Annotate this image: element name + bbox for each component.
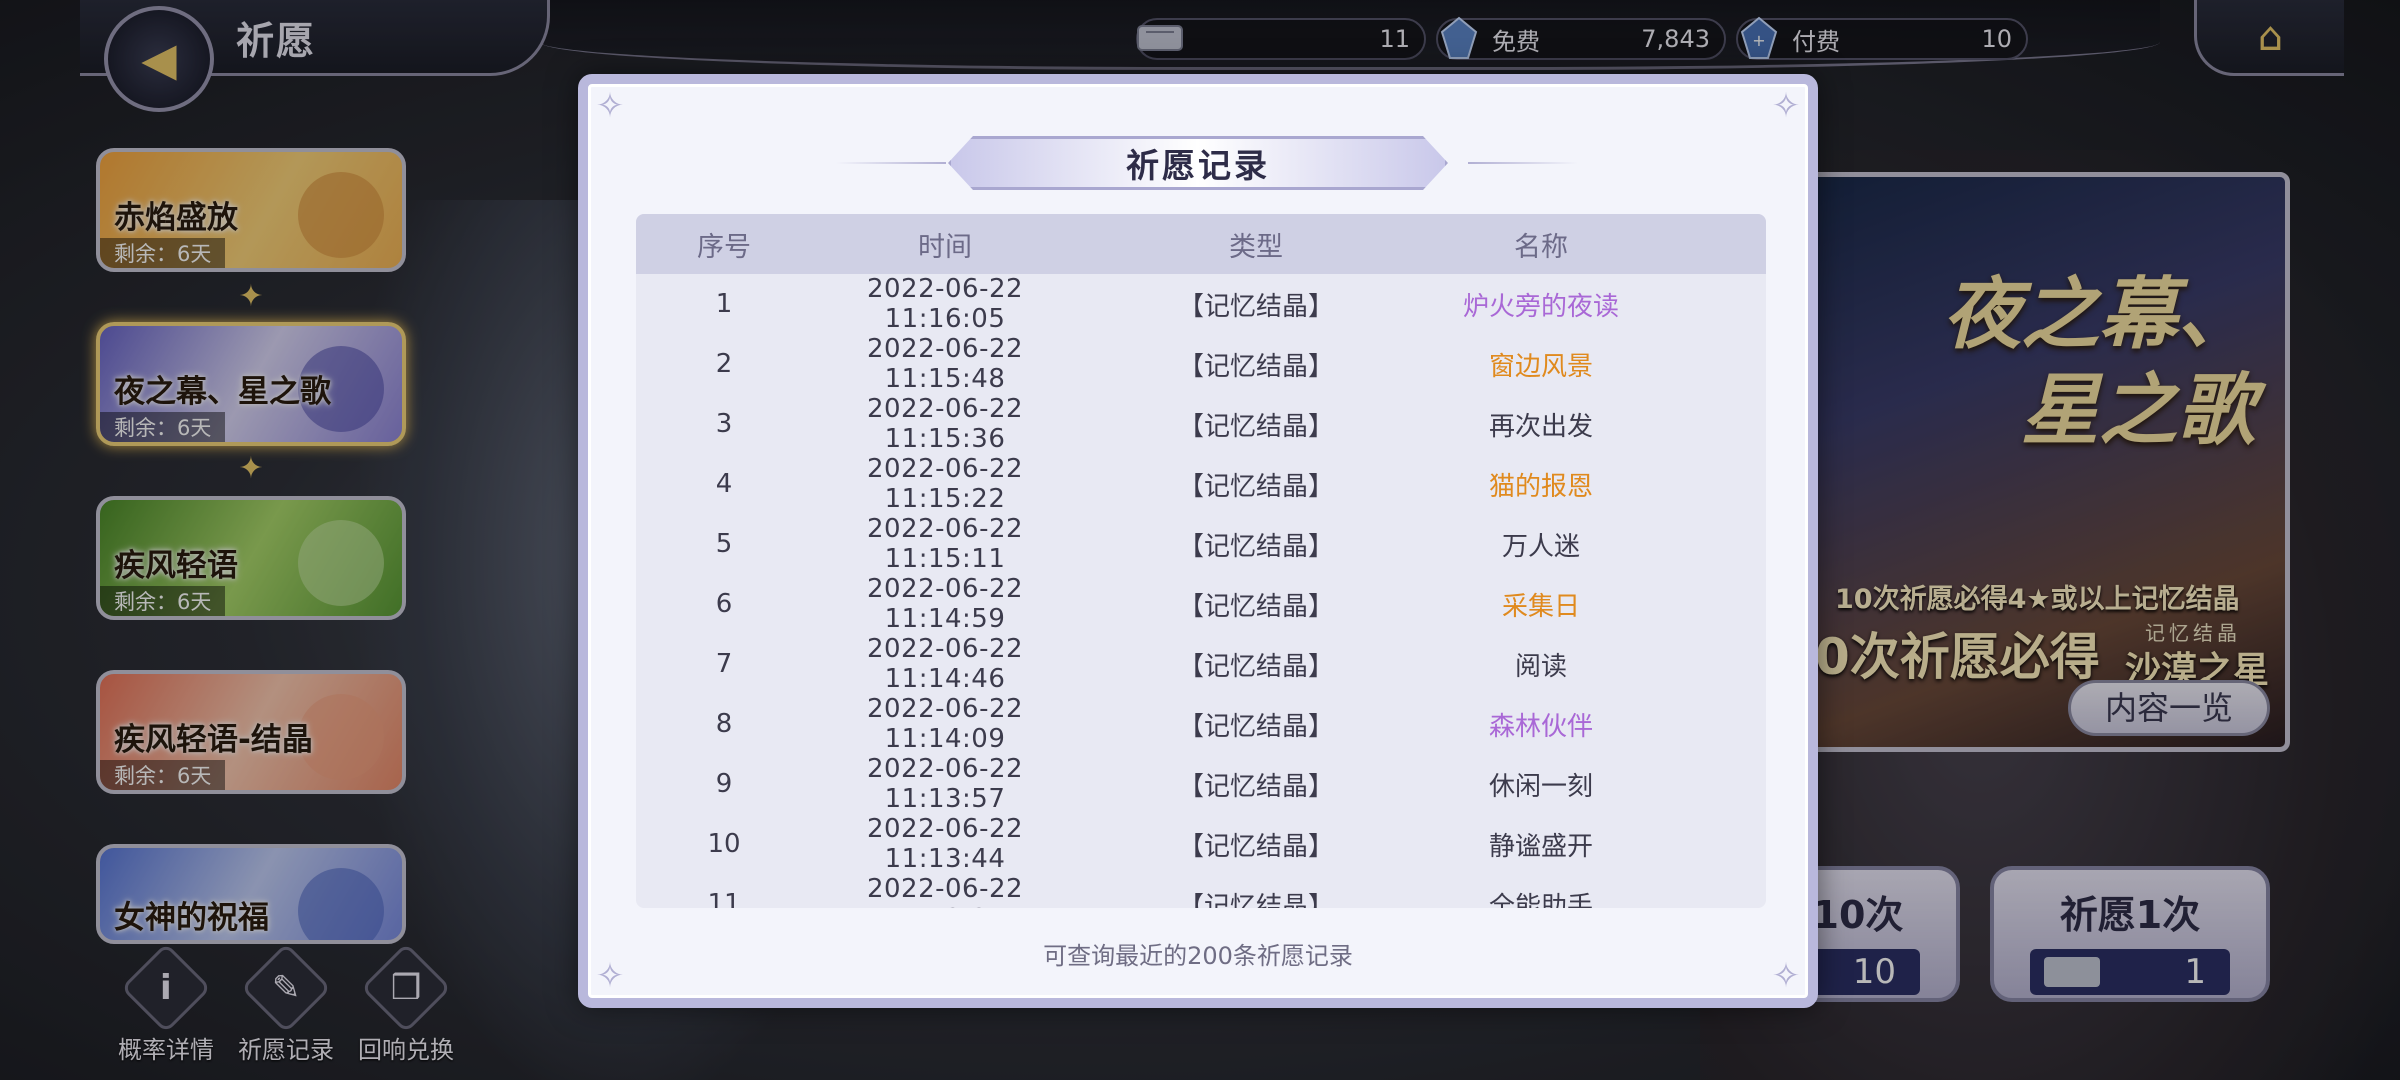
table-row: 1 2022-06-22 11:16:05 【记忆结晶】 炉火旁的夜读	[636, 274, 1766, 334]
row-number: 1	[715, 289, 733, 319]
row-name: 森林伙伴	[1488, 711, 1593, 742]
table-header: 序号 时间 类型 名称	[636, 214, 1766, 274]
table-row: 3 2022-06-22 11:15:36 【记忆结晶】 再次出发	[636, 394, 1766, 454]
row-name: 阅读	[1514, 651, 1567, 682]
row-name: 再次出发	[1488, 411, 1593, 442]
column-header-time: 时间	[918, 231, 972, 263]
row-type: 【记忆结晶】	[1177, 291, 1334, 322]
row-type: 【记忆结晶】	[1177, 531, 1334, 562]
row-time: 2022-06-22 11:13:44	[866, 814, 1024, 874]
row-name: 万人迷	[1501, 531, 1580, 562]
table-row: 5 2022-06-22 11:15:11 【记忆结晶】 万人迷	[636, 514, 1766, 574]
row-name: 采集日	[1501, 591, 1580, 622]
row-time: 2022-06-22 11:15:36	[866, 394, 1024, 454]
row-time: 2022-06-22 11:13:31	[866, 874, 1024, 908]
row-number: 10	[707, 829, 741, 859]
row-name: 窗边风景	[1488, 351, 1593, 382]
column-header-name: 名称	[1514, 231, 1568, 263]
row-number: 9	[715, 769, 733, 799]
column-header-type: 类型	[1229, 231, 1283, 263]
table-row: 10 2022-06-22 11:13:44 【记忆结晶】 静谧盛开	[636, 814, 1766, 874]
table-row: 6 2022-06-22 11:14:59 【记忆结晶】 采集日	[636, 574, 1766, 634]
row-type: 【记忆结晶】	[1177, 771, 1334, 802]
row-time: 2022-06-22 11:13:57	[866, 754, 1024, 814]
row-time: 2022-06-22 11:15:11	[866, 514, 1024, 574]
row-type: 【记忆结晶】	[1177, 471, 1334, 502]
row-number: 6	[715, 589, 733, 619]
row-name: 全能助手	[1488, 891, 1593, 909]
row-number: 3	[715, 409, 733, 439]
row-number: 7	[715, 649, 733, 679]
corner-ornament-icon: ✧	[1771, 86, 1801, 126]
table-row: 11 2022-06-22 11:13:31 【记忆结晶】 全能助手	[636, 874, 1766, 908]
row-time: 2022-06-22 11:14:59	[866, 574, 1024, 634]
history-limit-note: 可查询最近的200条祈愿记录	[1043, 942, 1353, 970]
row-name: 炉火旁的夜读	[1462, 291, 1619, 322]
table-body: 1 2022-06-22 11:16:05 【记忆结晶】 炉火旁的夜读 2 2022-06…	[636, 274, 1766, 908]
row-time: 2022-06-22 11:14:46	[866, 634, 1024, 694]
dialog-title-plate: 祈愿记录	[948, 136, 1448, 190]
row-number: 5	[715, 529, 733, 559]
row-number: 8	[715, 709, 733, 739]
table-row: 8 2022-06-22 11:14:09 【记忆结晶】 森林伙伴	[636, 694, 1766, 754]
row-name: 休闲一刻	[1488, 771, 1593, 802]
row-name: 猫的报恩	[1488, 471, 1593, 502]
row-type: 【记忆结晶】	[1177, 831, 1334, 862]
wish-history-table[interactable]: 序号 时间 类型 名称 1 2022-06-22 11:16:05 【记忆结晶】 炉火…	[636, 214, 1766, 908]
row-type: 【记忆结晶】	[1177, 411, 1334, 442]
dialog-title: 祈愿记录	[1126, 146, 1270, 185]
table-row: 2 2022-06-22 11:15:48 【记忆结晶】 窗边风景	[636, 334, 1766, 394]
row-number: 4	[715, 469, 733, 499]
row-time: 2022-06-22 11:14:09	[866, 694, 1024, 754]
row-type: 【记忆结晶】	[1177, 591, 1334, 622]
row-name: 静谧盛开	[1488, 831, 1593, 862]
row-type: 【记忆结晶】	[1177, 651, 1334, 682]
row-type: 【记忆结晶】	[1177, 891, 1334, 909]
row-time: 2022-06-22 11:15:48	[866, 334, 1024, 394]
row-time: 2022-06-22 11:15:22	[866, 454, 1024, 514]
row-time: 2022-06-22 11:16:05	[866, 274, 1024, 334]
row-number: 11	[707, 889, 741, 908]
title-ornament-right	[1468, 162, 1578, 164]
column-header-no: 序号	[697, 231, 751, 263]
corner-ornament-icon: ✧	[595, 86, 625, 126]
row-type: 【记忆结晶】	[1177, 351, 1334, 382]
table-row: 9 2022-06-22 11:13:57 【记忆结晶】 休闲一刻	[636, 754, 1766, 814]
table-row: 7 2022-06-22 11:14:46 【记忆结晶】 阅读	[636, 634, 1766, 694]
row-number: 2	[715, 349, 733, 379]
table-row: 4 2022-06-22 11:15:22 【记忆结晶】 猫的报恩	[636, 454, 1766, 514]
title-ornament-left	[836, 162, 946, 164]
row-type: 【记忆结晶】	[1177, 711, 1334, 742]
wish-history-dialog: ✧ ✧ ✧ ✧ 祈愿记录 序号 时间 类型 名称 1 2022-06-22 11:…	[578, 74, 1818, 1008]
